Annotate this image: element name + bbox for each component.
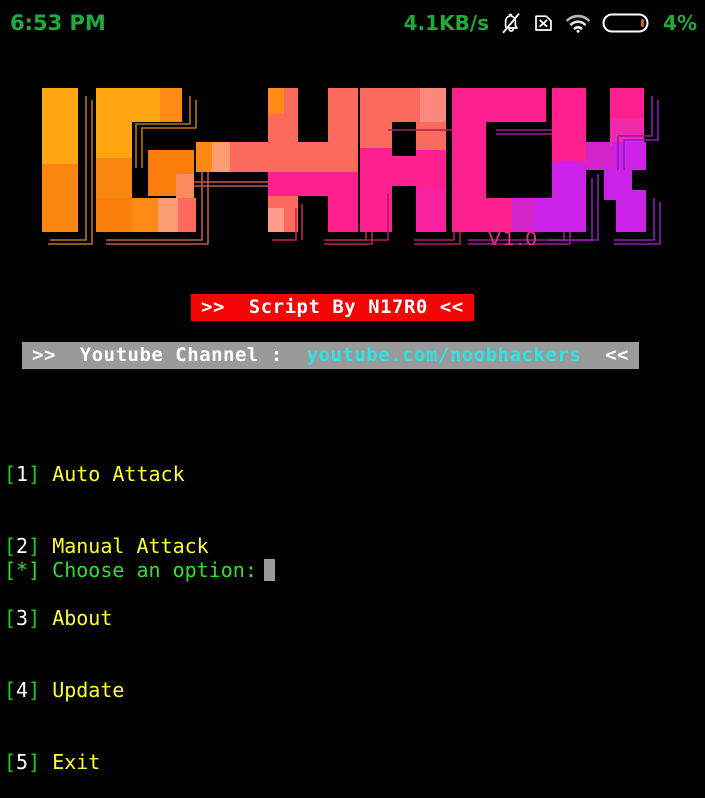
bracket-close: ] bbox=[28, 678, 53, 702]
menu-item-number: 4 bbox=[16, 678, 29, 702]
status-bar: 6:53 PM 4.1KB/s 4% bbox=[0, 0, 705, 46]
wifi-icon bbox=[565, 12, 591, 34]
menu-item-about[interactable]: [3] About bbox=[4, 606, 209, 630]
menu-item-number: 5 bbox=[16, 750, 29, 774]
bracket-open: [ bbox=[4, 606, 17, 630]
bracket-close: ] bbox=[28, 462, 53, 486]
logo-letter-A bbox=[356, 88, 461, 245]
status-bar-indicators: 4.1KB/s 4% bbox=[404, 10, 697, 36]
status-bar-clock: 6:53 PM bbox=[10, 11, 106, 35]
bracket-close: ] bbox=[28, 750, 53, 774]
battery-percent-label: 4% bbox=[663, 11, 697, 35]
logo-letter-I bbox=[42, 88, 93, 245]
bracket-open: [ bbox=[4, 750, 17, 774]
menu-item-manual-attack[interactable]: [2] Manual Attack bbox=[4, 534, 209, 558]
youtube-banner-suffix: << bbox=[581, 344, 629, 366]
logo-letter-K bbox=[548, 88, 661, 245]
bracket-open: [ bbox=[4, 678, 17, 702]
menu-item-auto-attack[interactable]: [1] Auto Attack bbox=[4, 462, 209, 486]
menu-item-label: Update bbox=[52, 678, 125, 702]
logo-letter-G bbox=[96, 88, 209, 245]
menu-item-exit[interactable]: [5] Exit bbox=[4, 750, 209, 774]
bracket-open: [ bbox=[4, 462, 17, 486]
battery-icon bbox=[602, 10, 650, 36]
logo-version-label: V1.0 bbox=[488, 228, 540, 250]
main-menu: [1] Auto Attack [2] Manual Attack [3] Ab… bbox=[4, 414, 209, 798]
youtube-channel-url[interactable]: youtube.com/noobhackers bbox=[307, 344, 582, 366]
script-credit-banner: >> Script By N17R0 << bbox=[191, 294, 474, 321]
text-cursor[interactable] bbox=[263, 559, 275, 581]
menu-item-number: 3 bbox=[16, 606, 29, 630]
logo-letter-H bbox=[268, 88, 373, 245]
logo-blocks bbox=[42, 88, 661, 245]
bracket-close: ] bbox=[28, 606, 53, 630]
option-prompt-label: [*] Choose an option: bbox=[4, 558, 257, 582]
app-logo: V1.0 bbox=[0, 78, 705, 250]
bracket-open: [ bbox=[4, 534, 17, 558]
menu-item-label: Exit bbox=[52, 750, 101, 774]
menu-item-number: 2 bbox=[16, 534, 29, 558]
menu-item-label: About bbox=[52, 606, 113, 630]
youtube-banner-prefix: >> Youtube Channel : bbox=[32, 344, 307, 366]
menu-item-number: 1 bbox=[16, 462, 29, 486]
sim-card-x-icon bbox=[533, 12, 554, 34]
menu-item-label: Auto Attack bbox=[52, 462, 185, 486]
option-prompt[interactable]: [*] Choose an option: bbox=[4, 558, 275, 582]
bell-muted-icon bbox=[500, 11, 522, 35]
menu-item-update[interactable]: [4] Update bbox=[4, 678, 209, 702]
network-speed-label: 4.1KB/s bbox=[403, 11, 490, 35]
menu-item-label: Manual Attack bbox=[52, 534, 209, 558]
youtube-channel-banner[interactable]: >> Youtube Channel : youtube.com/noobhac… bbox=[22, 342, 639, 369]
bracket-close: ] bbox=[28, 534, 53, 558]
